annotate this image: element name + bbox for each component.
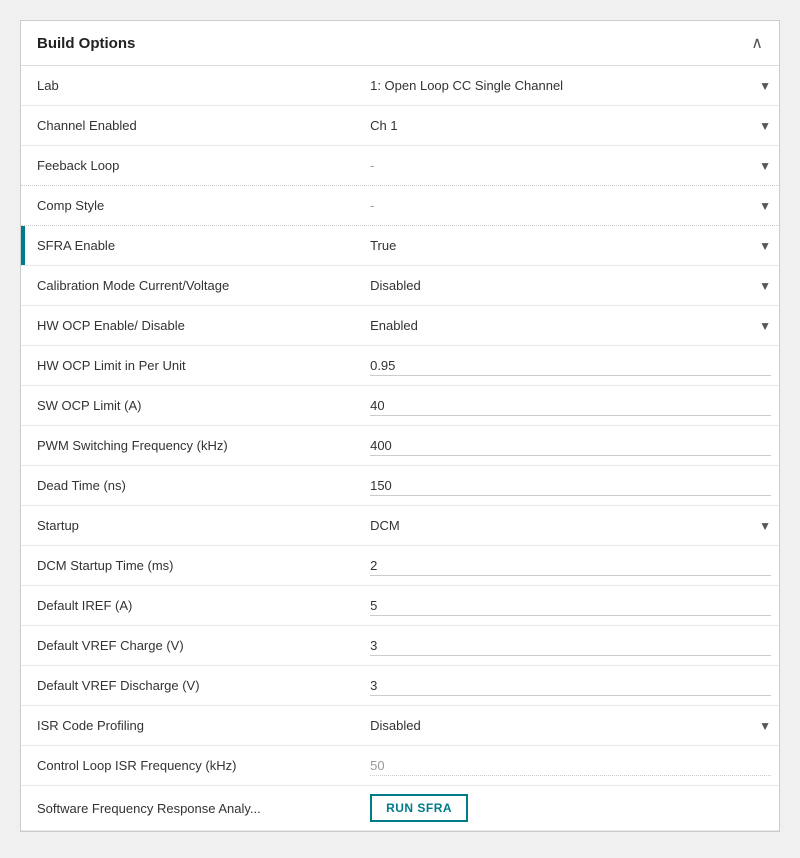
label-default-vref-discharge: Default VREF Discharge (V) <box>21 670 362 701</box>
row-hw-ocp-limit: HW OCP Limit in Per Unit <box>21 346 779 386</box>
value-sw-ocp-limit[interactable] <box>362 388 779 424</box>
row-channel-enabled: Channel Enabled Ch 1 ▼ <box>21 106 779 146</box>
input-control-loop-isr <box>370 756 771 776</box>
row-startup: Startup DCM ▼ <box>21 506 779 546</box>
row-feedback-loop: Feeback Loop-▼ <box>21 146 779 186</box>
value-default-vref-discharge[interactable] <box>362 668 779 704</box>
row-default-vref-charge: Default VREF Charge (V) <box>21 626 779 666</box>
label-default-iref: Default IREF (A) <box>21 590 362 621</box>
dropdown-arrow-icon-lab[interactable]: ▼ <box>759 79 771 93</box>
dropdown-arrow-icon-calibration-mode[interactable]: ▼ <box>759 279 771 293</box>
value-calibration-mode[interactable]: Disabled ▼ <box>362 270 779 301</box>
dropdown-arrow-icon-comp-style[interactable]: ▼ <box>759 199 771 213</box>
label-comp-style: Comp Style <box>21 190 362 221</box>
value-comp-style: -▼ <box>362 190 779 221</box>
select-value-hw-ocp-enable: Enabled <box>370 318 751 333</box>
dropdown-arrow-icon-hw-ocp-enable[interactable]: ▼ <box>759 319 771 333</box>
input-default-iref[interactable] <box>370 596 771 616</box>
value-isr-code-profiling[interactable]: Disabled ▼ <box>362 710 779 741</box>
select-value-startup: DCM <box>370 518 751 533</box>
dropdown-arrow-icon-startup[interactable]: ▼ <box>759 519 771 533</box>
row-hw-ocp-enable: HW OCP Enable/ Disable Enabled ▼ <box>21 306 779 346</box>
input-sw-ocp-limit[interactable] <box>370 396 771 416</box>
row-lab: Lab 1: Open Loop CC Single Channel ▼ <box>21 66 779 106</box>
dash-value-comp-style: - <box>370 198 374 213</box>
value-channel-enabled[interactable]: Ch 1 ▼ <box>362 110 779 141</box>
value-default-iref[interactable] <box>362 588 779 624</box>
row-control-loop-isr: Control Loop ISR Frequency (kHz) <box>21 746 779 786</box>
input-default-vref-discharge[interactable] <box>370 676 771 696</box>
dropdown-arrow-icon-feedback-loop[interactable]: ▼ <box>759 159 771 173</box>
label-isr-code-profiling: ISR Code Profiling <box>21 710 362 741</box>
value-feedback-loop: -▼ <box>362 150 779 181</box>
label-dead-time: Dead Time (ns) <box>21 470 362 501</box>
label-startup: Startup <box>21 510 362 541</box>
row-calibration-mode: Calibration Mode Current/Voltage Disabled… <box>21 266 779 306</box>
select-wrapper-calibration-mode[interactable]: Disabled ▼ <box>370 278 771 293</box>
value-pwm-frequency[interactable] <box>362 428 779 464</box>
panel-header: Build Options ∧ <box>21 21 779 66</box>
input-dead-time[interactable] <box>370 476 771 496</box>
label-sfra-enable: SFRA Enable <box>21 230 362 261</box>
value-control-loop-isr <box>362 748 779 784</box>
dropdown-arrow-icon-channel-enabled[interactable]: ▼ <box>759 119 771 133</box>
select-value-lab: 1: Open Loop CC Single Channel <box>370 78 751 93</box>
value-software-frequency[interactable]: RUN SFRA <box>362 786 779 830</box>
value-hw-ocp-limit[interactable] <box>362 348 779 384</box>
rows-container: Lab1: Open Loop CC Single Channel▼Channe… <box>21 66 779 831</box>
row-sfra-enable: SFRA Enable True ▼ <box>21 226 779 266</box>
value-hw-ocp-enable[interactable]: Enabled ▼ <box>362 310 779 341</box>
value-sfra-enable[interactable]: True ▼ <box>362 230 779 261</box>
label-feedback-loop: Feeback Loop <box>21 150 362 181</box>
select-wrapper-hw-ocp-enable[interactable]: Enabled ▼ <box>370 318 771 333</box>
label-lab: Lab <box>21 70 362 101</box>
value-default-vref-charge[interactable] <box>362 628 779 664</box>
select-wrapper-channel-enabled[interactable]: Ch 1 ▼ <box>370 118 771 133</box>
select-wrapper-lab[interactable]: 1: Open Loop CC Single Channel ▼ <box>370 78 771 93</box>
panel-title: Build Options <box>37 35 135 52</box>
row-pwm-frequency: PWM Switching Frequency (kHz) <box>21 426 779 466</box>
row-dcm-startup-time: DCM Startup Time (ms) <box>21 546 779 586</box>
row-default-iref: Default IREF (A) <box>21 586 779 626</box>
label-sw-ocp-limit: SW OCP Limit (A) <box>21 390 362 421</box>
select-wrapper-sfra-enable[interactable]: True ▼ <box>370 238 771 253</box>
value-lab[interactable]: 1: Open Loop CC Single Channel ▼ <box>362 70 779 101</box>
value-startup[interactable]: DCM ▼ <box>362 510 779 541</box>
select-wrapper-startup[interactable]: DCM ▼ <box>370 518 771 533</box>
select-value-channel-enabled: Ch 1 <box>370 118 751 133</box>
label-control-loop-isr: Control Loop ISR Frequency (kHz) <box>21 750 362 781</box>
select-value-sfra-enable: True <box>370 238 751 253</box>
row-sw-ocp-limit: SW OCP Limit (A) <box>21 386 779 426</box>
label-channel-enabled: Channel Enabled <box>21 110 362 141</box>
dropdown-arrow-icon-sfra-enable[interactable]: ▼ <box>759 239 771 253</box>
label-pwm-frequency: PWM Switching Frequency (kHz) <box>21 430 362 461</box>
dropdown-arrow-icon-isr-code-profiling[interactable]: ▼ <box>759 719 771 733</box>
value-dead-time[interactable] <box>362 468 779 504</box>
label-default-vref-charge: Default VREF Charge (V) <box>21 630 362 661</box>
row-isr-code-profiling: ISR Code Profiling Disabled ▼ <box>21 706 779 746</box>
input-dcm-startup-time[interactable] <box>370 556 771 576</box>
label-hw-ocp-limit: HW OCP Limit in Per Unit <box>21 350 362 381</box>
value-dcm-startup-time[interactable] <box>362 548 779 584</box>
label-calibration-mode: Calibration Mode Current/Voltage <box>21 270 362 301</box>
collapse-icon[interactable]: ∧ <box>751 33 763 53</box>
dash-value-feedback-loop: - <box>370 158 374 173</box>
label-dcm-startup-time: DCM Startup Time (ms) <box>21 550 362 581</box>
row-comp-style: Comp Style-▼ <box>21 186 779 226</box>
select-wrapper-isr-code-profiling[interactable]: Disabled ▼ <box>370 718 771 733</box>
row-dead-time: Dead Time (ns) <box>21 466 779 506</box>
input-hw-ocp-limit[interactable] <box>370 356 771 376</box>
build-options-panel: Build Options ∧ Lab 1: Open Loop CC Singl… <box>20 20 780 832</box>
select-value-calibration-mode: Disabled <box>370 278 751 293</box>
input-default-vref-charge[interactable] <box>370 636 771 656</box>
input-pwm-frequency[interactable] <box>370 436 771 456</box>
label-software-frequency: Software Frequency Response Analy... <box>21 793 362 824</box>
label-hw-ocp-enable: HW OCP Enable/ Disable <box>21 310 362 341</box>
run-sfra-button[interactable]: RUN SFRA <box>370 794 468 822</box>
row-default-vref-discharge: Default VREF Discharge (V) <box>21 666 779 706</box>
select-value-isr-code-profiling: Disabled <box>370 718 751 733</box>
row-software-frequency: Software Frequency Response Analy... RUN … <box>21 786 779 831</box>
